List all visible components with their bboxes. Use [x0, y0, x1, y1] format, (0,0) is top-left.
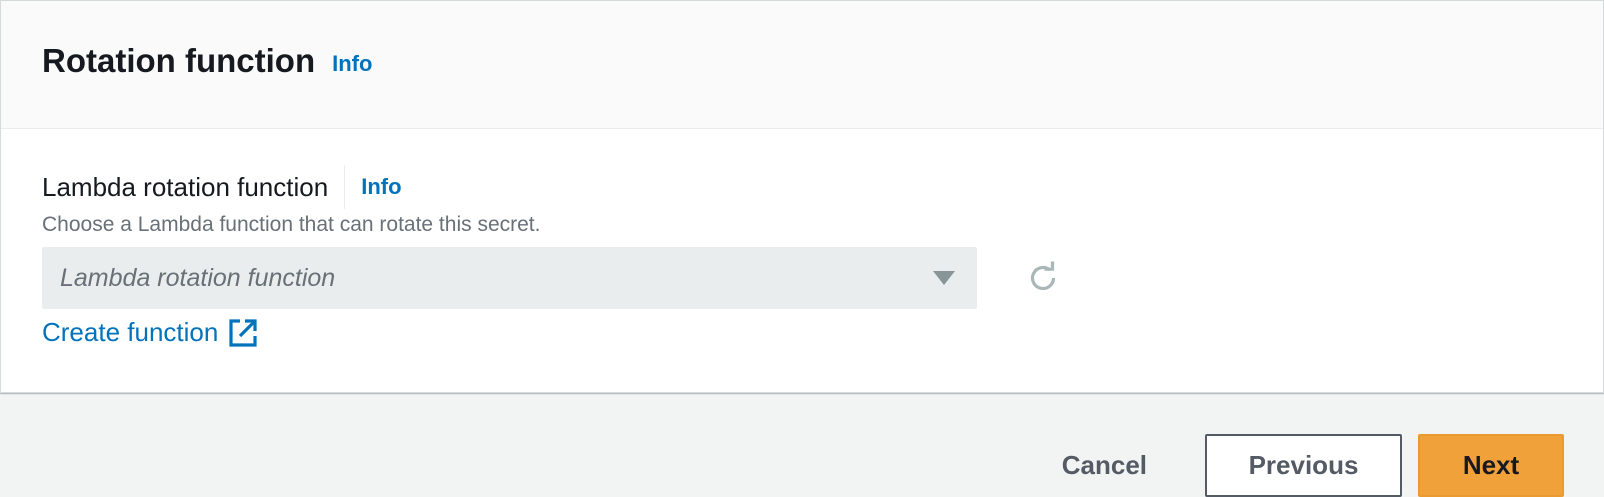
section-info-link[interactable]: Info	[332, 51, 372, 77]
panel-title: Rotation function	[42, 41, 316, 79]
panel-header: Rotation function Info	[1, 1, 1603, 129]
form-actions: Cancel Previous Next	[1044, 434, 1564, 497]
previous-button[interactable]: Previous	[1205, 434, 1402, 497]
next-button[interactable]: Next	[1418, 434, 1564, 497]
label-divider	[344, 165, 346, 209]
cancel-button[interactable]: Cancel	[1044, 434, 1165, 497]
external-link-icon[interactable]	[228, 318, 258, 348]
create-function-row: Create function	[42, 317, 1562, 348]
field-description: Choose a Lambda function that can rotate…	[42, 213, 541, 236]
panel-body: Lambda rotation function Info Choose a L…	[1, 129, 1603, 348]
refresh-icon	[1030, 261, 1056, 291]
rotation-function-panel: Rotation function Info Lambda rotation f…	[0, 0, 1604, 393]
create-function-link[interactable]: Create function	[42, 317, 218, 348]
refresh-button[interactable]	[1025, 260, 1061, 296]
select-placeholder: Lambda rotation function	[60, 263, 336, 292]
caret-down-icon	[933, 271, 955, 285]
field-label-row: Lambda rotation function Info	[42, 165, 1562, 209]
lambda-function-label: Lambda rotation function	[42, 171, 329, 202]
lambda-function-select[interactable]: Lambda rotation function	[42, 247, 977, 309]
field-info-link[interactable]: Info	[361, 174, 401, 200]
select-row: Lambda rotation function	[42, 247, 1562, 309]
